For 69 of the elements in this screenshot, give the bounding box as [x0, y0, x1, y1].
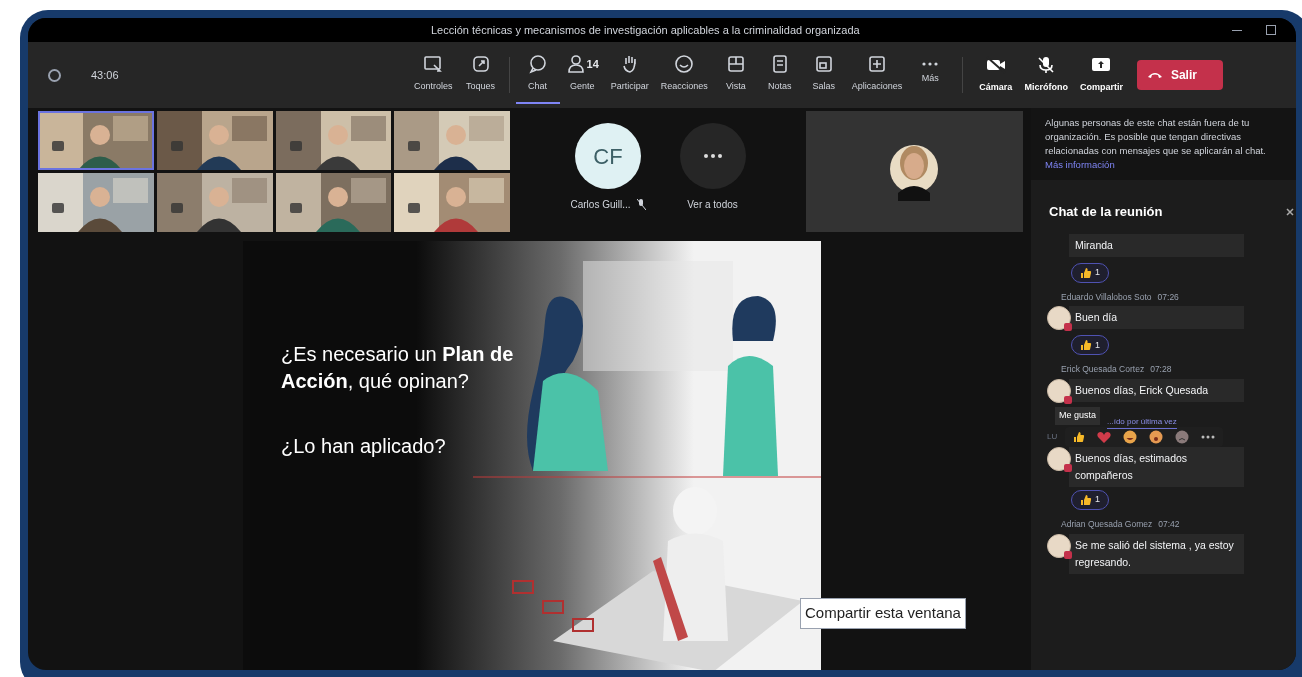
avatar-icon [1047, 379, 1071, 403]
more-icon [702, 154, 723, 158]
reaction-pill[interactable]: 1 [1071, 335, 1109, 356]
toolbar-button[interactable]: Notas [757, 46, 802, 104]
phone-icon [1146, 71, 1163, 79]
rooms-icon [813, 54, 834, 75]
participant-count: 14 [586, 57, 599, 72]
avatar-icon [1047, 533, 1071, 558]
tooltip: Compartir esta ventana [800, 598, 966, 629]
see-all-label[interactable]: Ver a todos [687, 197, 738, 212]
sad-icon[interactable] [1175, 430, 1189, 444]
thumbs-up-icon [1080, 266, 1092, 279]
chat-title: Chat de la reunión [1049, 203, 1163, 221]
toolbar-button[interactable]: Chat [515, 46, 560, 104]
message-time: 07:42 [1158, 518, 1180, 531]
toolbar-button[interactable]: Vista [713, 46, 758, 104]
heart-icon[interactable] [1097, 430, 1111, 444]
chat-icon [527, 54, 548, 75]
avatar: CF [575, 123, 641, 189]
message-bubble: Miranda [1069, 233, 1244, 257]
plus-icon [867, 54, 888, 75]
notice-text: Algunas personas de este chat están fuera de tu organización. Es posible que tengan directivas relacionadas con mensajes que se aplicarán al chat. Más información [1031, 108, 1296, 180]
screen-icon [423, 54, 444, 75]
surprised-icon[interactable] [1149, 430, 1163, 444]
toolbar-button[interactable]: Cámara [973, 46, 1019, 104]
toolbar-button[interactable]: Participar [604, 46, 655, 104]
toolbar-button[interactable]: Toques [458, 46, 503, 104]
message-bubble: Buenos días, estimados compañeros [1069, 447, 1244, 487]
toolbar-button[interactable]: Micrófono [1018, 46, 1074, 104]
toolbar-button[interactable]: Controles [408, 46, 459, 104]
avatar-initials: LU [1047, 431, 1059, 443]
participant-name: Carlos Guill... [570, 198, 631, 212]
message-bubble: Se me salió del sistema , ya estoy regresando. [1069, 533, 1244, 574]
thumbs-up-icon [1080, 494, 1092, 506]
message-author: Erick Quesada Cortez [1061, 363, 1145, 376]
slide-question: ¿Es necesario un Plan de Acción, qué opinan? [281, 342, 515, 394]
avatar-icon [1047, 447, 1071, 471]
message-bubble: Buen día [1069, 306, 1244, 330]
smile-icon [674, 54, 695, 75]
close-icon[interactable] [1286, 207, 1294, 216]
toolbar-button[interactable]: Salas [801, 46, 846, 104]
toolbar-button[interactable]: Más [908, 46, 953, 104]
more-info-link[interactable]: Más información [1045, 159, 1115, 170]
toolbar-button[interactable]: Compartir [1073, 46, 1129, 104]
pointer-icon [470, 54, 491, 75]
thumbs-up-icon [1080, 339, 1092, 352]
meeting-timer: 43:06 [91, 67, 119, 83]
grid-icon [725, 54, 746, 75]
avatar-icon [1047, 306, 1071, 331]
leave-button[interactable]: Salir [1136, 60, 1223, 90]
message-bubble: Buenos días, Erick Quesada [1069, 379, 1244, 402]
window-title: Lección técnicas y mecanismos de investigación aplicables a la criminalidad organizada [431, 22, 860, 38]
thumbs-up-icon[interactable] [1073, 431, 1085, 443]
message-author: Eduardo Villalobos Soto [1061, 290, 1152, 304]
toolbar-button[interactable]: 14 Gente [559, 46, 605, 104]
slide-question: ¿Lo han aplicado? [281, 434, 446, 459]
more-icon[interactable] [1201, 435, 1215, 439]
laugh-icon[interactable] [1123, 430, 1137, 444]
message-time: 07:28 [1150, 363, 1172, 376]
toolbar-button[interactable]: Aplicaciones [845, 46, 909, 104]
people-icon [565, 54, 586, 75]
message-time: 07:26 [1157, 290, 1179, 304]
tooltip: Me gusta [1055, 407, 1101, 425]
reaction-pill[interactable]: 1 [1071, 262, 1109, 283]
minimize-icon[interactable] [1232, 29, 1242, 31]
message-author: Adrian Quesada Gomez [1061, 518, 1153, 531]
maximize-icon[interactable] [1266, 25, 1276, 35]
toolbar-button[interactable]: Reacciones [654, 46, 714, 104]
reaction-pill[interactable]: 1 [1071, 490, 1109, 510]
